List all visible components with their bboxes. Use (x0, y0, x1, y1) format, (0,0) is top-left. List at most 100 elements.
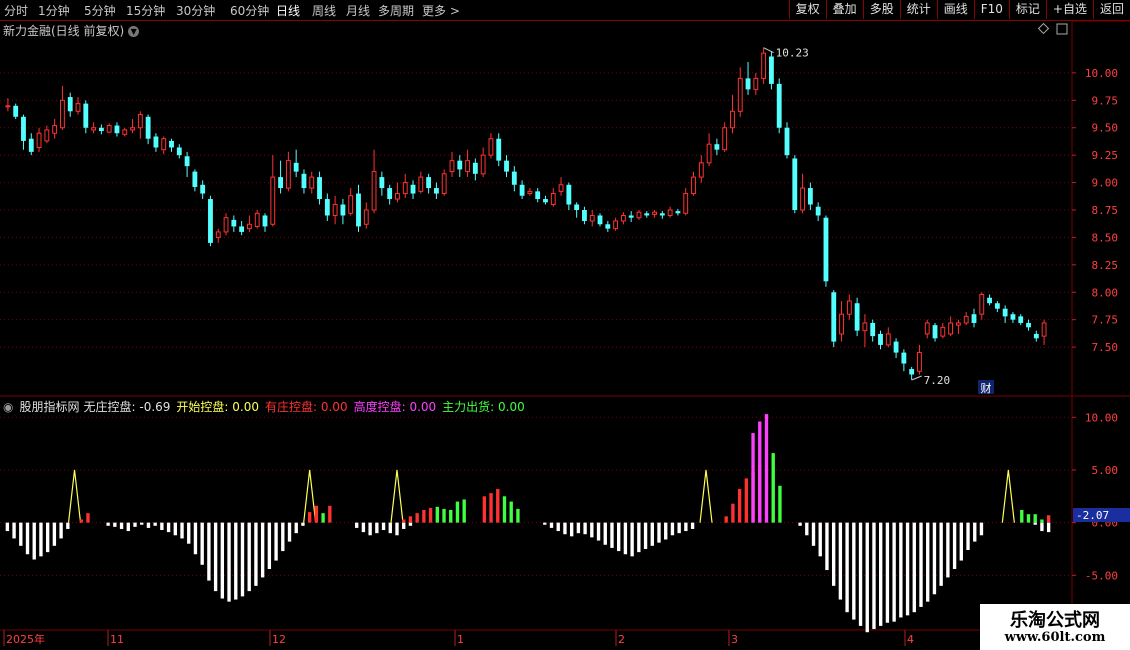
indicator-bar (19, 522, 23, 546)
indicator-bar (180, 522, 184, 539)
candle-body-up (737, 77, 743, 112)
candle-body-down (176, 147, 182, 156)
candle-body-down (628, 215, 634, 218)
period-tab-10[interactable]: 更多 > (422, 2, 460, 19)
current-value-label: -2.07 (1076, 509, 1109, 522)
indicator-bar (939, 522, 943, 586)
indicator-bar (973, 522, 977, 542)
indicator-bar (355, 522, 359, 528)
toolbar-button-5[interactable]: F10 (973, 0, 1009, 19)
candle-body-up (75, 103, 81, 112)
candle-body-down (511, 171, 517, 185)
indicator-field-1: 开始控盘: 0.00 (176, 400, 259, 414)
high-marker-line (763, 47, 774, 54)
indicator-bar (25, 522, 30, 555)
indicator-bar (113, 522, 117, 527)
indicator-bar (684, 522, 688, 532)
candle-body-up (441, 173, 447, 195)
indicator-bar (1040, 522, 1044, 532)
chevron-down-icon[interactable]: ▼ (128, 26, 140, 37)
period-tab-3[interactable]: 15分钟 (126, 2, 165, 19)
indicator-bar (193, 522, 198, 555)
date-label: 2 (618, 633, 625, 646)
watermark-title: 乐淘公式网 (1010, 610, 1100, 631)
indicator-bar (932, 522, 937, 595)
period-tab-0[interactable]: 分时 (4, 2, 28, 19)
period-tab-7[interactable]: 周线 (312, 2, 336, 19)
collapse-icon[interactable]: ◉ (3, 400, 13, 414)
candle-body-down (987, 297, 992, 304)
toolbar-button-8[interactable]: 返回 (1092, 0, 1130, 19)
period-tab-6[interactable]: 日线 (276, 2, 300, 19)
toolbar-button-3[interactable]: 统计 (899, 0, 937, 19)
candle-body-up (940, 326, 946, 337)
indicator-bar (758, 465, 762, 523)
candle-body-down (574, 204, 580, 210)
candle-body-down (659, 213, 665, 216)
toolbar-button-0[interactable]: 复权 (788, 0, 826, 19)
candle-body-up (1041, 322, 1047, 337)
indicator-bar (307, 512, 312, 523)
candle-body-up (730, 110, 735, 129)
indicator-bar (59, 522, 63, 539)
indicator-bar (388, 522, 392, 534)
candle-body-down (675, 211, 681, 214)
indicator-bar (489, 493, 493, 523)
candle-body-up (106, 125, 112, 133)
indicator-bar (603, 522, 607, 545)
candle-body-down (278, 177, 283, 189)
indicator-bar (838, 522, 843, 600)
indicator-tick-label: 5.00 (1092, 464, 1119, 477)
candle-body-down (582, 210, 587, 221)
candle-body-down (169, 140, 174, 148)
candle-body-down (870, 322, 876, 337)
indicator-bar (912, 522, 916, 613)
candle-body-up (332, 204, 338, 216)
indicator-bar (153, 522, 157, 526)
toolbar-button-1[interactable]: 叠加 (825, 0, 863, 19)
indicator-bar (549, 522, 554, 528)
indicator-bar (1046, 522, 1051, 533)
candle-body-up (800, 187, 805, 211)
chart-title[interactable]: 新力金融(日线 前复权) ▼ (3, 22, 140, 39)
period-tab-5[interactable]: 60分钟 (230, 2, 269, 19)
period-tab-2[interactable]: 5分钟 (84, 2, 116, 19)
candle-body-up (652, 211, 657, 215)
candle-body-up (948, 322, 954, 335)
indicator-field-label: 高度控盘: (353, 400, 410, 414)
candle-body-up (862, 322, 868, 332)
indicator-bar (1033, 522, 1037, 525)
toolbar-buttons: 复权 叠加 多股 统计 画线 F10 标记 +自选 返回 (788, 0, 1130, 20)
candle-body-down (387, 188, 393, 200)
period-tab-1[interactable]: 1分钟 (38, 2, 70, 19)
indicator-field-0: 无庄控盘: -0.69 (84, 400, 171, 414)
period-tab-9[interactable]: 多周期 (378, 2, 414, 19)
indicator-bar (274, 522, 278, 561)
indicator-bar (690, 522, 695, 529)
candle-body-down (644, 213, 650, 216)
toolbar-button-2[interactable]: 多股 (862, 0, 900, 19)
date-label: 12 (272, 633, 286, 646)
indicator-bar (146, 522, 151, 528)
candle-body-up (247, 223, 252, 230)
price-tick-label: 7.75 (1092, 314, 1119, 327)
period-tab-8[interactable]: 月线 (346, 2, 370, 19)
indicator-header: ◉ 股朋指标网 无庄控盘: -0.69 开始控盘: 0.00 有庄控盘: 0.00 高度控… (3, 398, 537, 415)
candle-body-up (137, 114, 143, 129)
candle-body-up (620, 214, 626, 222)
toolbar-button-4[interactable]: 画线 (936, 0, 974, 19)
candle-body-up (885, 333, 891, 346)
candle-body-down (543, 199, 548, 203)
candle-body-down (231, 219, 237, 227)
period-tab-4[interactable]: 30分钟 (176, 2, 215, 19)
toolbar-button-6[interactable]: 标记 (1008, 0, 1046, 19)
indicator-field-label: 主力出货: (442, 400, 499, 414)
candle-body-down (823, 217, 829, 282)
indicator-bar (200, 522, 204, 565)
indicator-bar (402, 522, 406, 529)
candle-body-down (67, 97, 73, 112)
price-tick-label: 8.00 (1092, 286, 1119, 299)
candle-body-up (402, 182, 408, 195)
candle-body-up (706, 143, 712, 164)
toolbar-button-7[interactable]: +自选 (1045, 0, 1093, 19)
